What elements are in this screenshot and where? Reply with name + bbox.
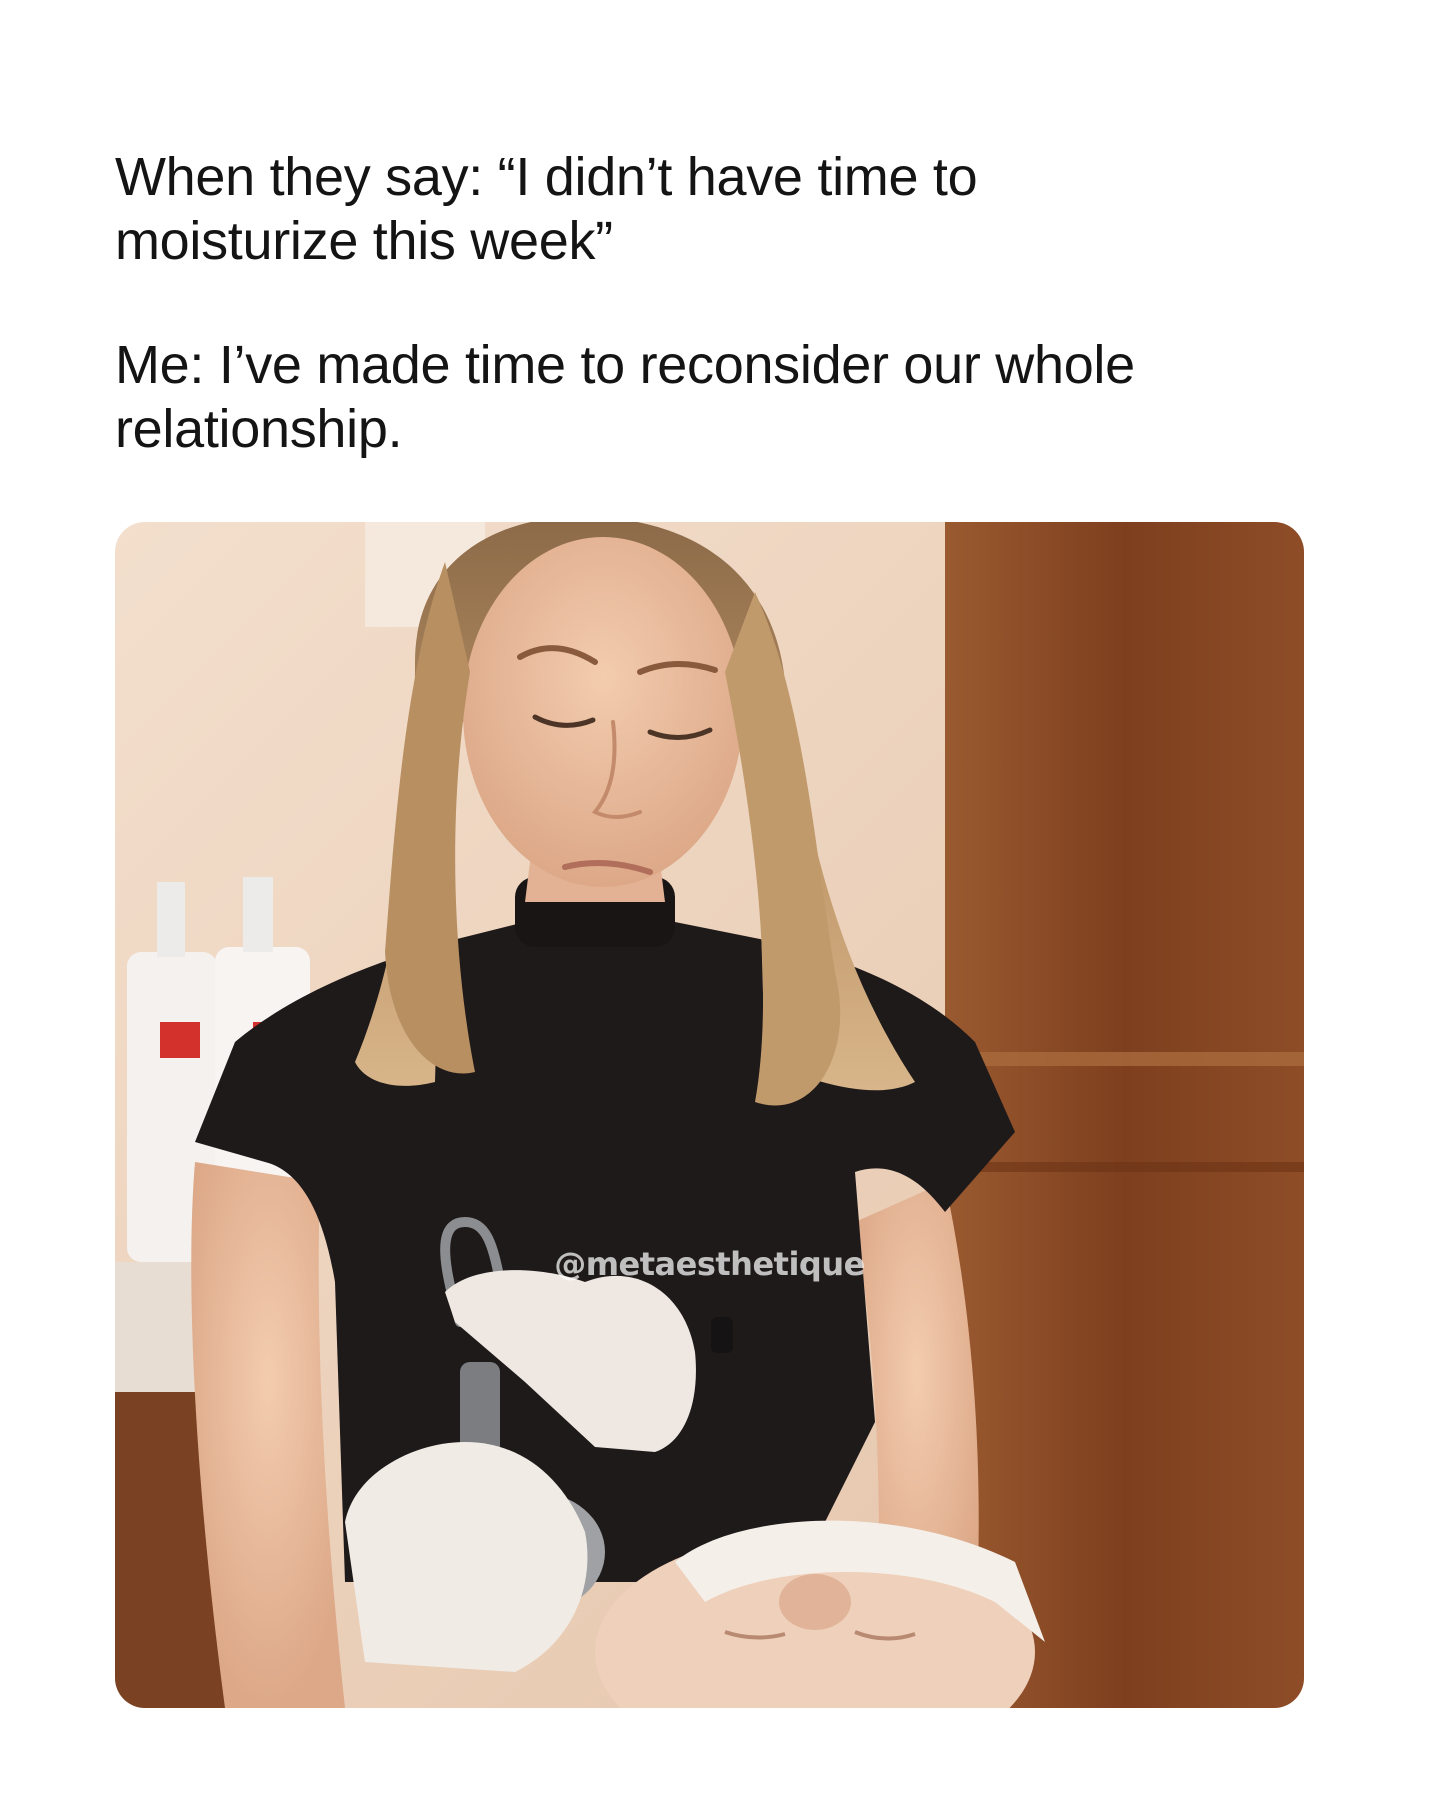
meme-caption: When they say: “I didn’t have time to mo… [115,145,1355,461]
caption-setup: When they say: “I didn’t have time to mo… [115,147,978,271]
watermark-handle: @metaesthetique [554,1245,865,1283]
meme-photo: @metaesthetique [115,522,1304,1708]
aesthetician-portrait [115,522,1304,1708]
caption-punchline: Me: I’ve made time to reconsider our who… [115,335,1135,459]
